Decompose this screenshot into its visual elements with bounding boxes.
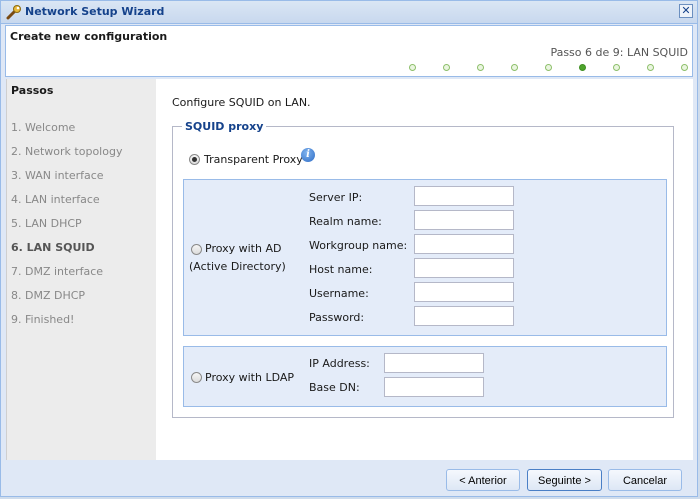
wizard-window: Network Setup Wizard ✕ Create new config… [0,0,698,497]
proxy-ad-label[interactable]: Proxy with AD [205,242,281,255]
password-label: Password: [309,311,365,324]
main-panel: Configure SQUID on LAN. SQUID proxy Tran… [156,79,693,460]
sidebar-title: Passos [11,84,54,97]
progress-dot [647,64,654,71]
ldap-ip-address-label: IP Address: [309,357,370,370]
intro-text: Configure SQUID on LAN. [172,96,311,109]
step-wan-interface: 3. WAN interface [11,169,104,182]
step-lan-dhcp: 5. LAN DHCP [11,217,82,230]
progress-dot [409,64,416,71]
host-name-input[interactable] [414,258,514,278]
step-lan-squid: 6. LAN SQUID [11,241,95,254]
wizard-header: Create new configuration Passo 6 de 9: L… [5,25,693,77]
workgroup-name-input[interactable] [414,234,514,254]
realm-name-label: Realm name: [309,215,382,228]
next-button[interactable]: Seguinte > [527,469,602,491]
realm-name-input[interactable] [414,210,514,230]
proxy-ad-sublabel: (Active Directory) [189,260,286,273]
progress-dot [511,64,518,71]
ad-group: Proxy with AD (Active Directory) Server … [183,179,667,336]
cancel-button[interactable]: Cancelar [608,469,682,491]
username-label: Username: [309,287,369,300]
step-indicator: Passo 6 de 9: LAN SQUID [550,46,688,59]
ldap-base-dn-label: Base DN: [309,381,360,394]
progress-dot [443,64,450,71]
transparent-proxy-radio[interactable] [189,154,200,165]
ldap-group: Proxy with LDAP IP Address: Base DN: [183,346,667,407]
step-lan-interface: 4. LAN interface [11,193,100,206]
info-icon[interactable]: i [301,148,315,162]
step-finished: 9. Finished! [11,313,75,326]
step-dmz-interface: 7. DMZ interface [11,265,104,278]
step-dmz-dhcp: 8. DMZ DHCP [11,289,86,302]
step-network-topology: 2. Network topology [11,145,123,158]
title-bar: Network Setup Wizard ✕ [1,1,697,24]
progress-dot [613,64,620,71]
progress-dot [477,64,484,71]
host-name-label: Host name: [309,263,373,276]
proxy-ldap-label[interactable]: Proxy with LDAP [205,371,294,384]
step-welcome: 1. Welcome [11,121,76,134]
back-button[interactable]: < Anterior [446,469,520,491]
workgroup-name-label: Workgroup name: [309,239,408,252]
password-input[interactable] [414,306,514,326]
progress-dots [6,64,692,74]
close-icon: ✕ [681,4,691,17]
squid-proxy-fieldset: SQUID proxy Transparent Proxy i Proxy wi… [172,120,674,418]
transparent-proxy-label[interactable]: Transparent Proxy [204,153,303,166]
page-title: Create new configuration [10,30,168,43]
fieldset-legend: SQUID proxy [182,120,267,133]
steps-sidebar: Passos 1. Welcome 2. Network topology 3.… [6,79,157,460]
proxy-ldap-radio[interactable] [191,372,202,383]
close-button[interactable]: ✕ [679,4,693,18]
ldap-base-dn-input[interactable] [384,377,484,397]
server-ip-label: Server IP: [309,191,363,204]
ldap-ip-address-input[interactable] [384,353,484,373]
progress-dot-current [579,64,586,71]
server-ip-input[interactable] [414,186,514,206]
proxy-ad-radio[interactable] [191,244,202,255]
progress-dot [545,64,552,71]
progress-dot [681,64,688,71]
username-input[interactable] [414,282,514,302]
wrench-icon [6,4,22,20]
window-title: Network Setup Wizard [25,5,165,18]
